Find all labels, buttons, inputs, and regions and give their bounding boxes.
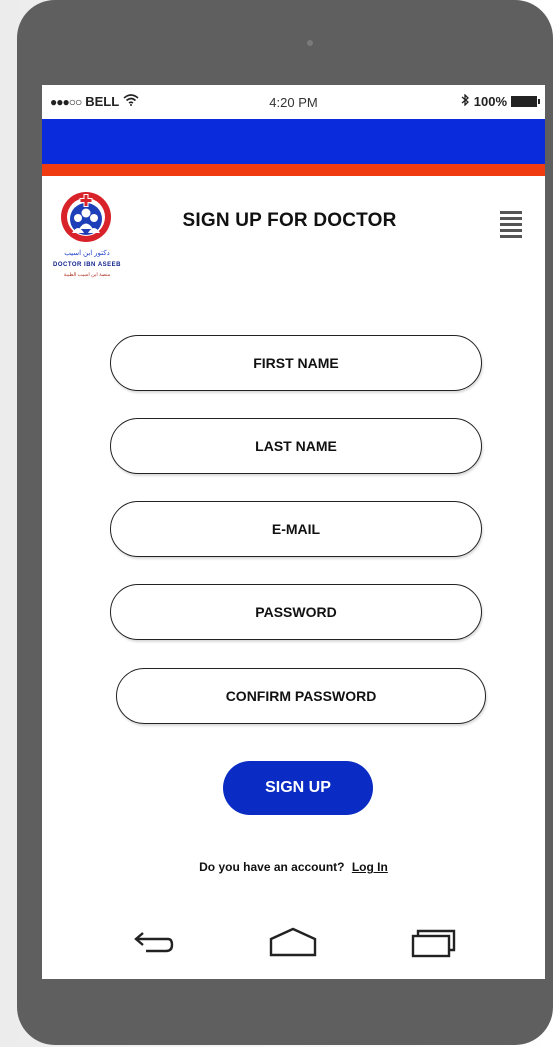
battery-percent: 100% — [473, 94, 507, 109]
password-label: PASSWORD — [255, 604, 337, 620]
app-logo: دكتور ابن اسيب DOCTOR IBN ASEEB منصة ابن… — [48, 189, 126, 289]
login-link[interactable]: Log In — [352, 860, 388, 874]
home-icon[interactable] — [268, 925, 318, 959]
last-name-label: LAST NAME — [255, 438, 337, 454]
sign-up-button[interactable]: SIGN UP — [223, 761, 373, 815]
status-right: 100% — [461, 93, 540, 109]
header-red-bar — [42, 164, 545, 176]
email-label: E-MAIL — [271, 521, 321, 537]
logo-arabic-text: دكتور ابن اسيب — [64, 250, 110, 257]
header-blue-bar — [42, 119, 545, 164]
phone-screen: ●●●○○ BELL 4:20 PM 100% دكتور ابن اسيب D… — [42, 85, 545, 979]
confirm-password-label: CONFIRM PASSWORD — [225, 688, 377, 704]
camera-dot — [307, 40, 313, 46]
hamburger-menu-icon[interactable] — [500, 211, 524, 245]
bluetooth-icon — [461, 93, 470, 109]
last-name-field[interactable]: LAST NAME — [110, 418, 482, 474]
login-prompt: Do you have an account? Log In — [42, 860, 545, 874]
recent-apps-icon[interactable] — [408, 925, 458, 959]
email-field[interactable]: E-MAIL — [110, 501, 482, 557]
first-name-label: FIRST NAME — [253, 355, 339, 371]
android-nav-bar — [42, 925, 545, 965]
battery-icon — [511, 96, 540, 107]
back-arrow-icon[interactable] — [126, 925, 176, 959]
status-bar: ●●●○○ BELL 4:20 PM 100% — [42, 85, 545, 119]
logo-english-text: DOCTOR IBN ASEEB — [52, 262, 121, 268]
password-field[interactable]: PASSWORD — [110, 584, 482, 640]
first-name-field[interactable]: FIRST NAME — [110, 335, 482, 391]
account-prompt-text: Do you have an account? — [199, 860, 345, 874]
confirm-password-field[interactable]: CONFIRM PASSWORD — [116, 668, 486, 724]
logo-emblem-icon — [61, 192, 111, 242]
logo-tagline: منصة ابن اسيب الطبية — [63, 272, 111, 278]
page-title: SIGN UP FOR DOCTOR — [182, 210, 397, 231]
